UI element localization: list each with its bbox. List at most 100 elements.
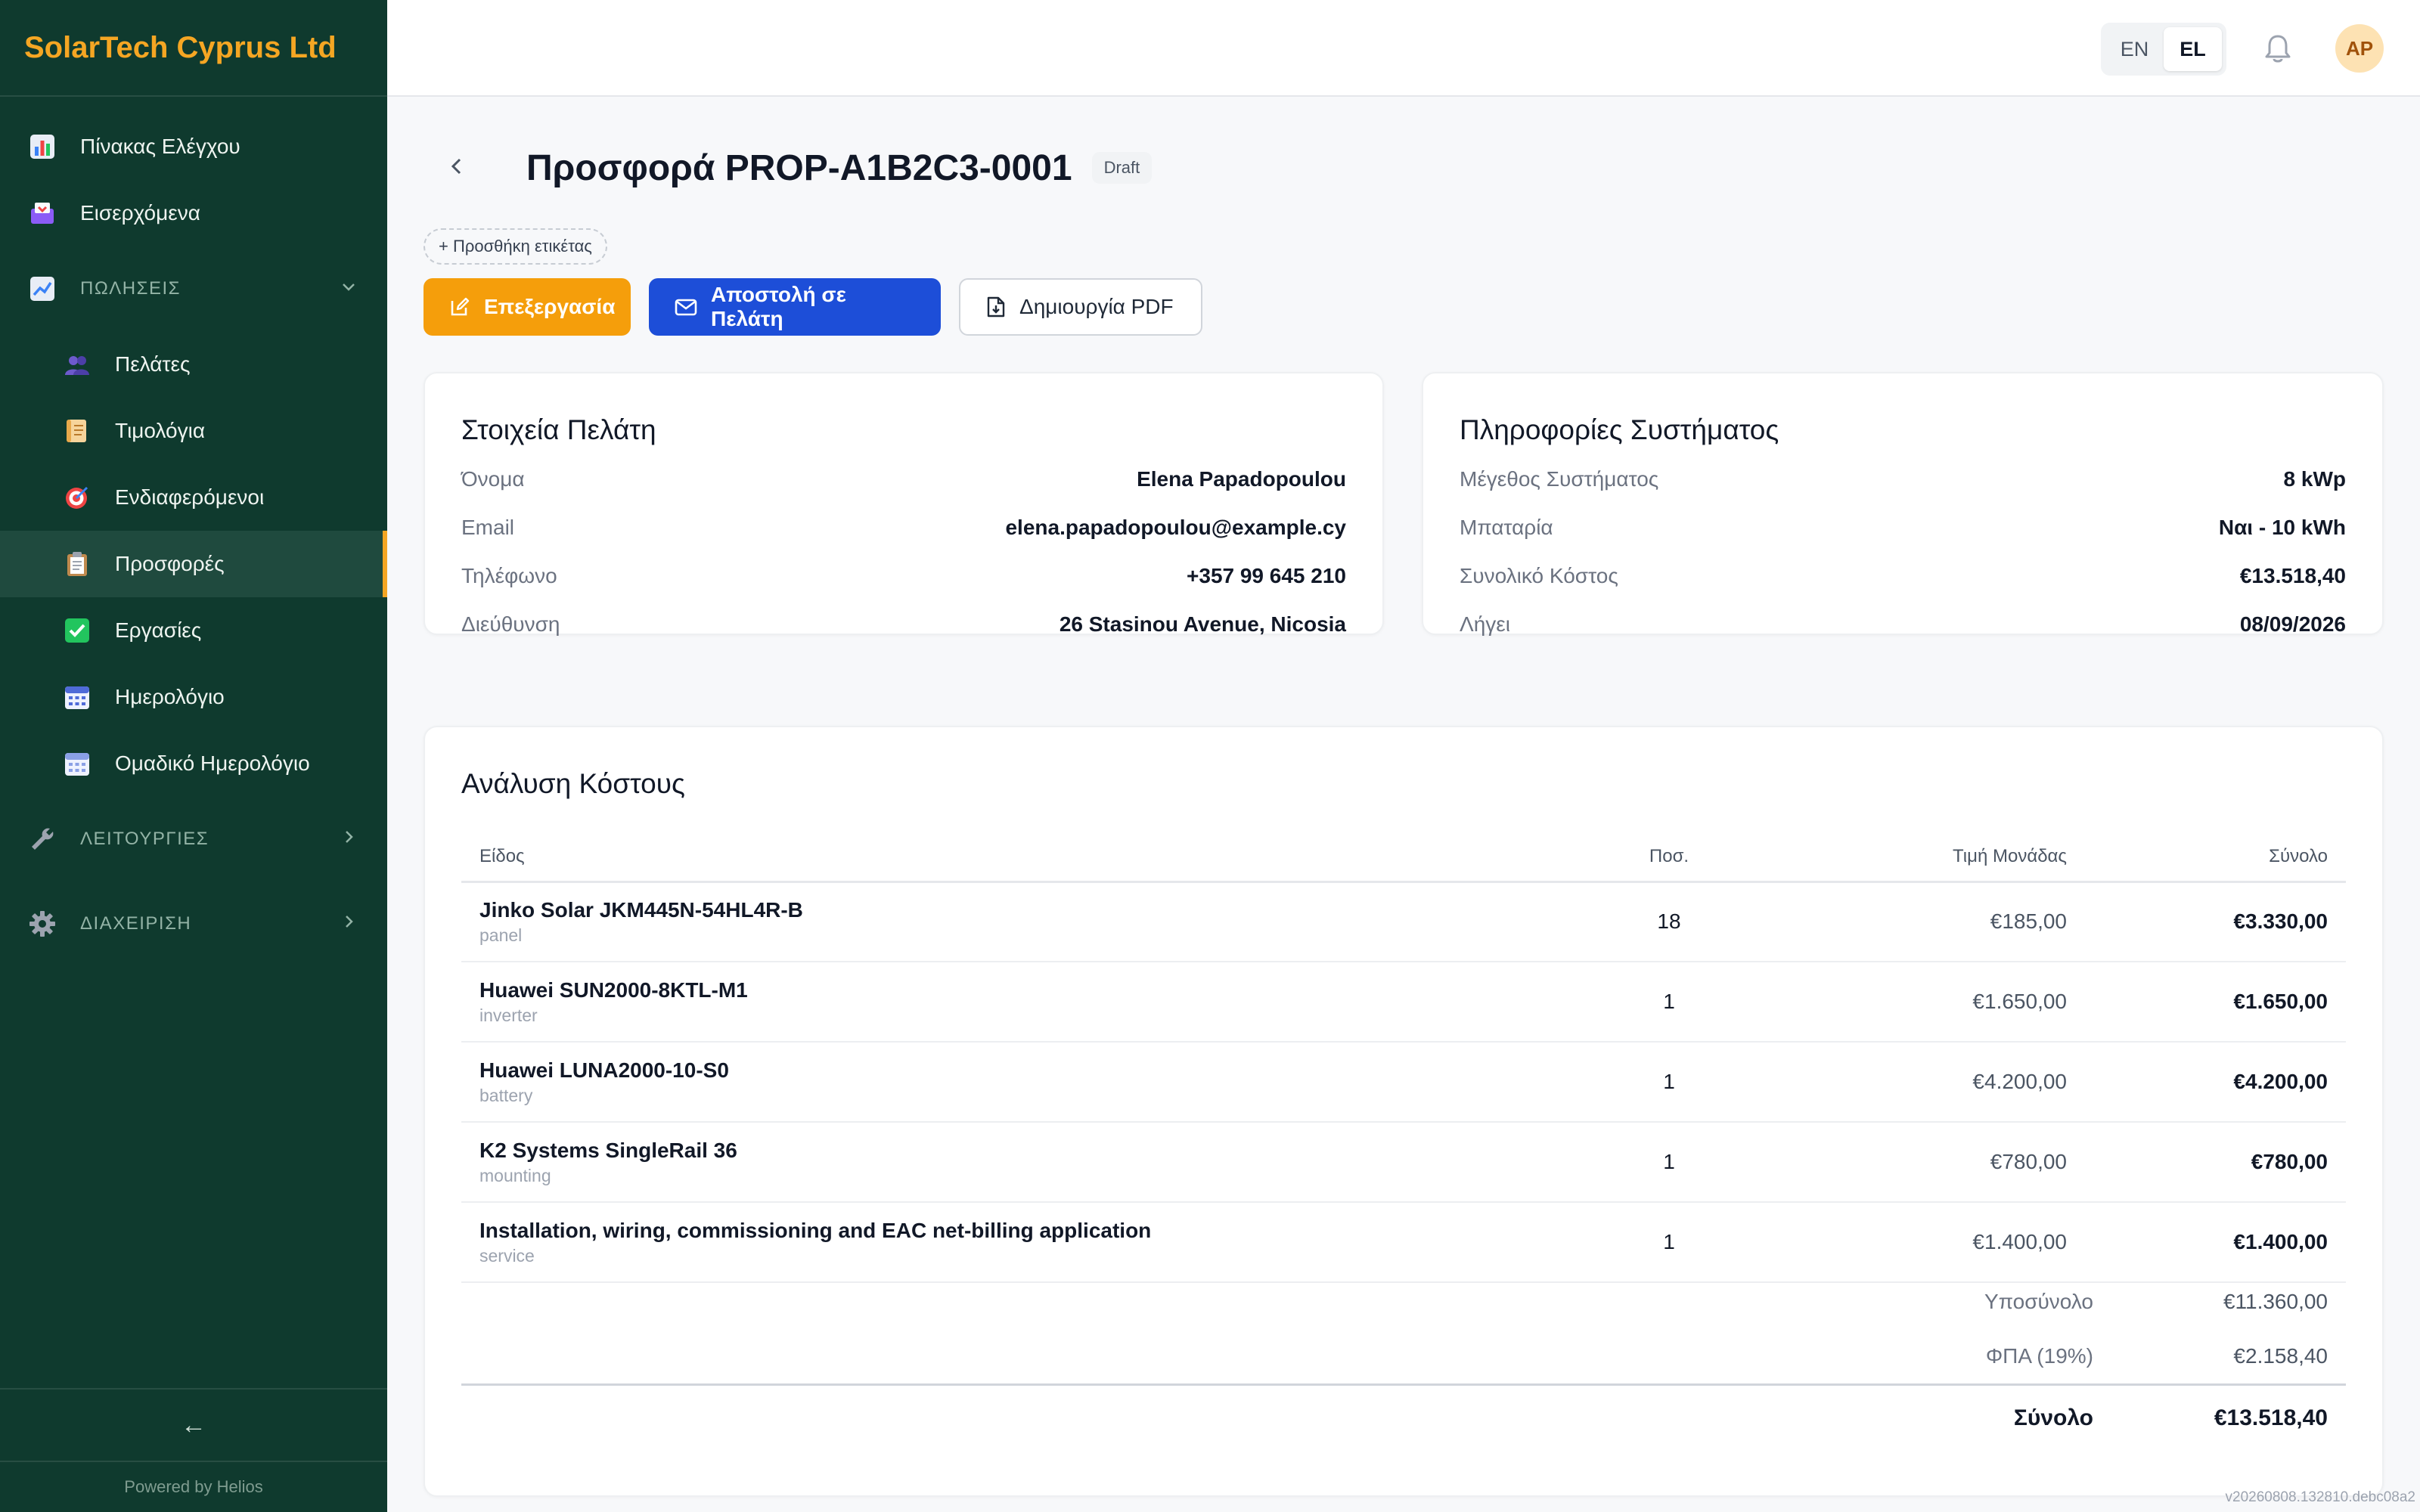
field-value: Elena Papadopoulou	[1137, 467, 1346, 491]
field-value[interactable]: +357 99 645 210	[1187, 564, 1346, 588]
sidebar-item-tasks[interactable]: Εργασίες	[0, 597, 387, 664]
qty-cell: 1	[1556, 962, 1782, 1043]
add-tag-button[interactable]: + Προσθήκη ετικέτας	[424, 228, 607, 265]
field-label: Συνολικό Κόστος	[1460, 564, 1618, 587]
page-title: Προσφορά PROP-A1B2C3-0001	[526, 147, 1072, 188]
bar-chart-icon	[29, 133, 56, 160]
subtotal-row: Υποσύνολο €11.360,00	[461, 1275, 2346, 1329]
field-value: 26 Stasinou Avenue, Nicosia	[1059, 612, 1346, 636]
battery-row: Μπαταρία Ναι - 10 kWh	[1460, 513, 2346, 543]
grand-total-label: Σύνολο	[2013, 1405, 2093, 1430]
brand-name[interactable]: SolarTech Cyprus Ltd	[24, 31, 337, 65]
card-title: Στοιχεία Πελάτη	[461, 414, 656, 445]
customer-email-row: Email elena.papadopoulou@example.cy	[461, 513, 1346, 543]
section-label: ΔΙΑΧΕΙΡΙΣΗ	[80, 913, 192, 934]
users-icon	[64, 351, 91, 378]
field-value: Ναι - 10 kWh	[2218, 516, 2346, 539]
bell-icon[interactable]	[2260, 30, 2296, 67]
field-label: Όνομα	[461, 467, 525, 491]
subtotal-label: Υποσύνολο	[1984, 1290, 2093, 1313]
section-label: ΛΕΙΤΟΥΡΓΙΕΣ	[80, 829, 209, 849]
customer-address-row: Διεύθυνση 26 Stasinou Avenue, Nicosia	[461, 609, 1346, 640]
sidebar-item-offers[interactable]: Προσφορές	[0, 531, 387, 597]
field-value[interactable]: elena.papadopoulou@example.cy	[1005, 516, 1346, 540]
unit-price-cell: €1.400,00	[1782, 1202, 2085, 1283]
qty-cell: 1	[1556, 1122, 1782, 1203]
qty-cell: 18	[1556, 881, 1782, 962]
field-label: Email	[461, 516, 515, 539]
system-info-card: Πληροφορίες Συστήματος Μέγεθος Συστήματο…	[1422, 372, 2384, 636]
generate-pdf-button[interactable]: Δημιουργία PDF	[959, 278, 1202, 336]
version-label: v20260808.132810.debc08a2	[2225, 1489, 2415, 1505]
sidebar-item-label: Τιμολόγια	[115, 419, 206, 442]
inbox-icon	[29, 200, 56, 227]
item-cell: Jinko Solar JKM445N-54HL4R-B panel	[461, 881, 1556, 962]
send-button-label: Αποστολή σε Πελάτη	[711, 283, 846, 330]
sidebar-item-invoices[interactable]: Τιμολόγια	[0, 398, 387, 464]
sidebar-item-inbox[interactable]: Εισερχόμενα	[0, 180, 387, 246]
line-total-cell: €1.650,00	[2085, 962, 2346, 1043]
sidebar-section-operations[interactable]: ΛΕΙΤΟΥΡΓΙΕΣ	[0, 797, 387, 881]
sidebar-item-label: Εργασίες	[115, 618, 202, 642]
language-el-button[interactable]: EL	[2164, 27, 2222, 71]
pdf-button-label: Δημιουργία PDF	[1019, 295, 1174, 318]
item-name: Jinko Solar JKM445N-54HL4R-B	[479, 898, 803, 922]
sidebar-item-label: Προσφορές	[115, 552, 225, 575]
sidebar: SolarTech Cyprus Ltd Πίνακας Ελέγχου Εισ…	[0, 0, 387, 1512]
line-total-cell: €1.400,00	[2085, 1202, 2346, 1283]
line-total-cell: €4.200,00	[2085, 1042, 2346, 1123]
sidebar-item-leads[interactable]: Ενδιαφερόμενοι	[0, 464, 387, 531]
field-label: Τηλέφωνο	[461, 564, 557, 587]
field-label: Διεύθυνση	[461, 612, 560, 636]
chevron-right-icon	[339, 827, 358, 852]
sidebar-item-label: Πίνακας Ελέγχου	[80, 135, 240, 158]
field-label: Μέγεθος Συστήματος	[1460, 467, 1659, 491]
vat-value: €2.158,40	[2233, 1344, 2328, 1368]
unit-price-cell: €185,00	[1782, 881, 2085, 962]
file-download-icon	[986, 296, 1006, 318]
field-label: Μπαταρία	[1460, 516, 1553, 539]
sidebar-section-sales[interactable]: ΠΩΛΗΣΕΙΣ	[0, 246, 387, 331]
sidebar-item-label: Ημερολόγιο	[115, 685, 225, 708]
item-cell: Installation, wiring, commissioning and …	[461, 1202, 1556, 1283]
total-cost-row: Συνολικό Κόστος €13.518,40	[1460, 561, 2346, 591]
column-header-total: Σύνολο	[2085, 833, 2346, 883]
sidebar-item-team-calendar[interactable]: Ομαδικό Ημερολόγιο	[0, 730, 387, 797]
field-value: 08/09/2026	[2239, 612, 2346, 636]
avatar[interactable]: AP	[2335, 24, 2384, 73]
collapse-sidebar-button[interactable]: ←	[0, 1388, 387, 1461]
sidebar-item-label: Εισερχόμενα	[80, 201, 200, 225]
sidebar-footer: ← Powered by Helios	[0, 1388, 387, 1512]
customer-details-card: Στοιχεία Πελάτη Όνομα Elena Papadopoulou…	[424, 372, 1384, 636]
back-button[interactable]	[434, 145, 479, 191]
system-size-row: Μέγεθος Συστήματος 8 kWp	[1460, 464, 2346, 494]
unit-price-cell: €1.650,00	[1782, 962, 2085, 1043]
item-type: service	[479, 1246, 535, 1266]
totals-block: Υποσύνολο €11.360,00 ΦΠΑ (19%) €2.158,40…	[461, 1275, 2346, 1450]
line-total-cell: €780,00	[2085, 1122, 2346, 1203]
column-header-item: Είδος	[461, 833, 1556, 883]
sidebar-section-admin[interactable]: ΔΙΑΧΕΙΡΙΣΗ	[0, 881, 387, 966]
expiry-row: Λήγει 08/09/2026	[1460, 609, 2346, 640]
item-name: Huawei LUNA2000-10-S0	[479, 1058, 729, 1082]
brand-header: SolarTech Cyprus Ltd	[0, 0, 387, 97]
sidebar-item-calendar[interactable]: Ημερολόγιο	[0, 664, 387, 730]
field-value: 8 kWp	[2283, 467, 2346, 491]
calendar-icon	[64, 750, 91, 777]
item-name: K2 Systems SingleRail 36	[479, 1139, 737, 1162]
edit-button[interactable]: Επεξεργασία	[424, 278, 631, 336]
sidebar-item-label: Ομαδικό Ημερολόγιο	[115, 751, 310, 775]
table-row: Huawei LUNA2000-10-S0 battery 1 €4.200,0…	[461, 1042, 2346, 1123]
send-to-customer-button[interactable]: Αποστολή σε Πελάτη	[649, 278, 941, 336]
grand-total-row: Σύνολο €13.518,40	[461, 1383, 2346, 1450]
powered-by: Powered by Helios	[0, 1461, 387, 1512]
item-type: battery	[479, 1086, 533, 1105]
item-name: Installation, wiring, commissioning and …	[479, 1219, 1152, 1242]
sidebar-item-customers[interactable]: Πελάτες	[0, 331, 387, 398]
item-type: panel	[479, 925, 523, 946]
sidebar-item-dashboard[interactable]: Πίνακας Ελέγχου	[0, 113, 387, 180]
vat-label: ΦΠΑ (19%)	[1985, 1344, 2093, 1368]
page-header: Προσφορά PROP-A1B2C3-0001 Draft	[424, 138, 1153, 198]
table-row: Installation, wiring, commissioning and …	[461, 1202, 2346, 1283]
language-en-button[interactable]: EN	[2105, 27, 2164, 71]
